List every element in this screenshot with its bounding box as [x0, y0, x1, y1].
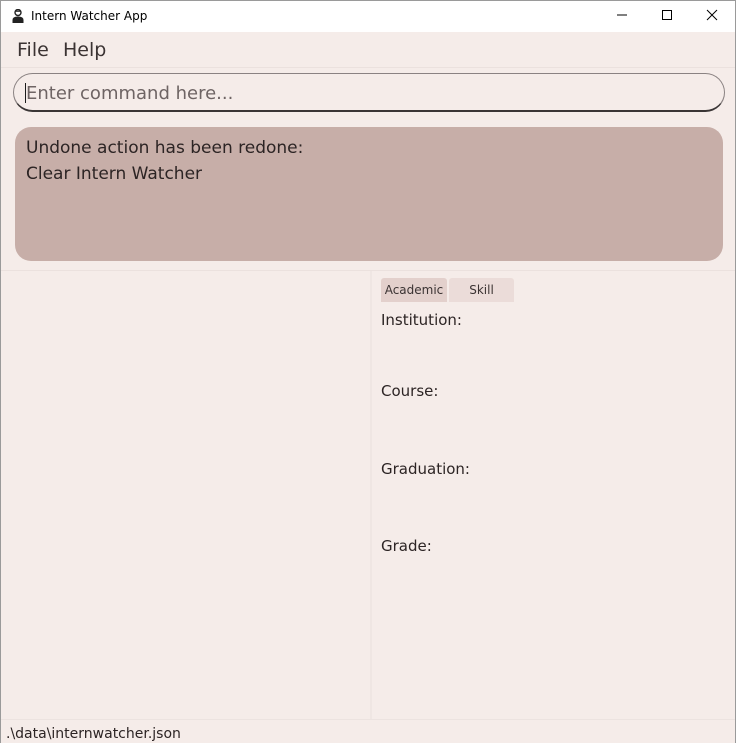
data-file-path: .\data\internwatcher.json	[6, 726, 181, 742]
menu-help[interactable]: Help	[63, 39, 106, 61]
intern-list-panel[interactable]	[1, 271, 370, 719]
command-input[interactable]	[26, 82, 706, 104]
minimize-button[interactable]	[599, 1, 645, 32]
app-window: Intern Watcher App File Help Undone acti…	[0, 0, 736, 743]
tab-academic[interactable]: Academic	[381, 278, 447, 302]
menu-bar: File Help	[1, 32, 735, 68]
status-bar: .\data\internwatcher.json	[1, 719, 735, 743]
close-icon	[706, 8, 718, 26]
result-message-line-2: Clear Intern Watcher	[26, 164, 203, 184]
person-icon	[11, 8, 25, 24]
title-bar[interactable]: Intern Watcher App	[1, 1, 735, 32]
maximize-icon	[661, 8, 673, 26]
tab-skill[interactable]: Skill	[449, 278, 514, 302]
window-title: Intern Watcher App	[31, 9, 148, 23]
grade-label: Grade:	[381, 537, 432, 555]
course-label: Course:	[381, 382, 439, 400]
result-display: Undone action has been redone: Clear Int…	[15, 127, 723, 261]
result-message-line-1: Undone action has been redone:	[26, 138, 304, 158]
minimize-icon	[616, 8, 628, 26]
intern-detail-panel: Academic Skill Institution: Course: Grad…	[372, 271, 735, 719]
close-button[interactable]	[689, 1, 735, 32]
institution-label: Institution:	[381, 311, 462, 329]
command-box[interactable]	[13, 73, 725, 112]
menu-file[interactable]: File	[17, 39, 49, 61]
maximize-button[interactable]	[644, 1, 690, 32]
graduation-label: Graduation:	[381, 460, 470, 478]
